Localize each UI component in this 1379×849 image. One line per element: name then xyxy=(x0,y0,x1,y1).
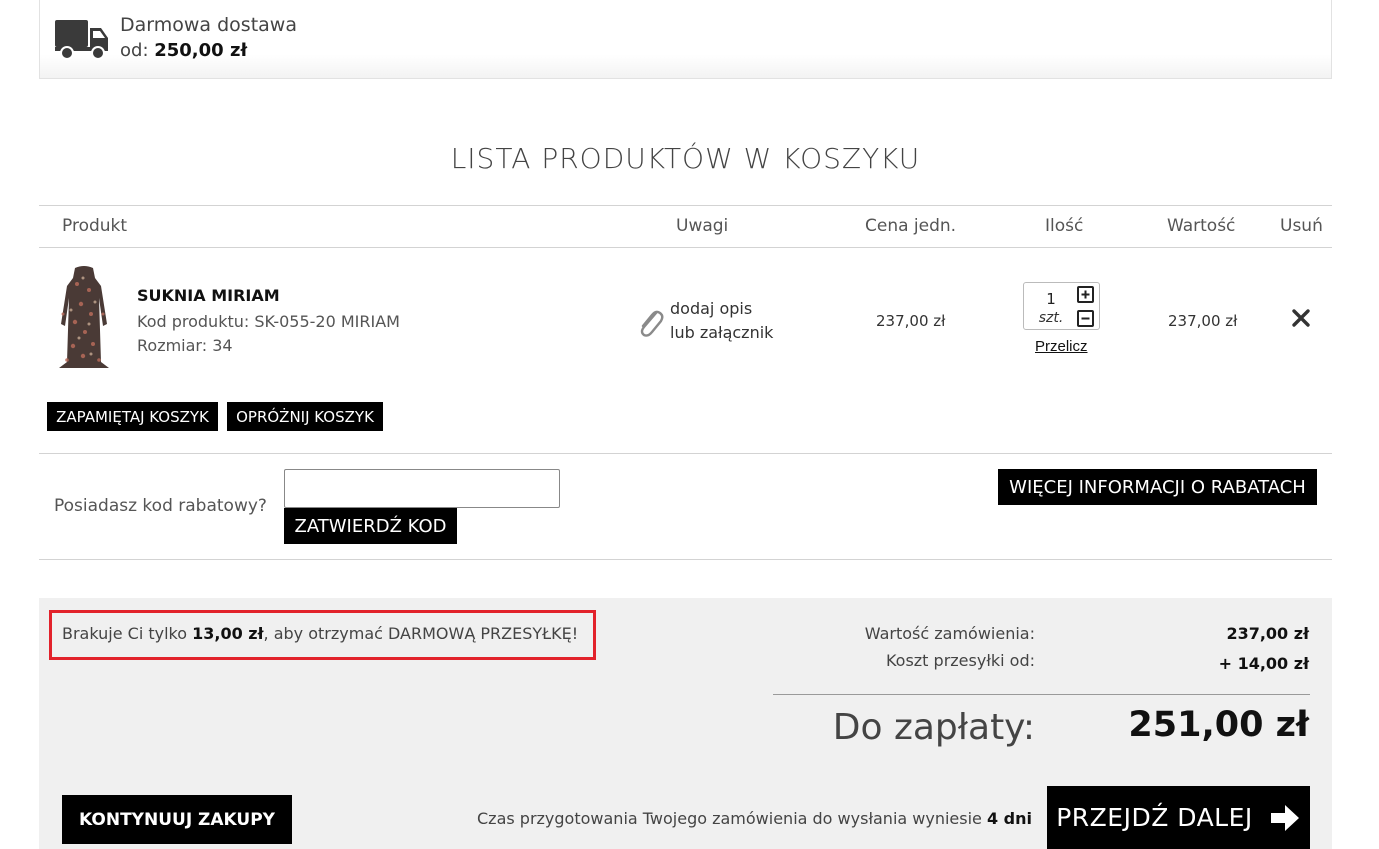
alert-prefix: Brakuje Ci tylko xyxy=(62,624,193,643)
header-unit-price: Cena jedn. xyxy=(865,216,957,236)
row-value: 237,00 zł xyxy=(1168,312,1238,330)
unit-price: 237,00 zł xyxy=(876,312,946,330)
banner-title: Darmowa dostawa xyxy=(120,14,297,36)
add-attachment-link[interactable]: lub załącznik xyxy=(670,323,773,342)
minus-icon[interactable] xyxy=(1077,310,1094,327)
prep-days: 4 dni xyxy=(986,809,1032,828)
paperclip-icon[interactable] xyxy=(636,307,664,337)
shipping-cost: + 14,00 zł xyxy=(1218,654,1309,673)
divider xyxy=(39,453,1332,454)
continue-shopping-button[interactable]: KONTYNUUJ ZAKUPY xyxy=(62,795,292,844)
quantity-unit: szt. xyxy=(1038,310,1064,326)
preparation-time-note: Czas przygotowania Twojego zamówienia do… xyxy=(360,809,1032,828)
recalculate-link[interactable]: Przelicz xyxy=(1035,338,1088,355)
divider xyxy=(39,205,1332,206)
page-title: LISTA PRODUKTÓW W KOSZYKU xyxy=(450,142,921,175)
divider xyxy=(39,559,1332,560)
product-size: Rozmiar: 34 xyxy=(137,336,233,355)
close-icon[interactable] xyxy=(1290,307,1312,329)
summary-divider xyxy=(773,694,1310,695)
product-name[interactable]: SUKNIA MIRIAM xyxy=(137,286,280,305)
header-quantity: Ilość xyxy=(1045,216,1084,236)
product-image[interactable] xyxy=(55,264,113,372)
alert-amount: 13,00 zł xyxy=(192,624,264,643)
arrow-right-icon xyxy=(1270,804,1299,831)
proceed-label: PRZEJDŹ DALEJ xyxy=(1056,803,1253,832)
prep-prefix: Czas przygotowania Twojego zamówienia do… xyxy=(477,809,987,828)
banner-threshold-value: 250,00 zł xyxy=(154,40,248,61)
alert-suffix: , aby otrzymać DARMOWĄ PRZESYŁKĘ! xyxy=(263,624,579,643)
promo-code-label: Posiadasz kod rabatowy? xyxy=(54,496,267,516)
total-value: 251,00 zł xyxy=(1128,705,1309,745)
add-note-link[interactable]: dodaj opis xyxy=(670,299,752,318)
free-shipping-message: Brakuje Ci tylko 13,00 zł, aby otrzymać … xyxy=(62,624,578,643)
promo-code-input[interactable] xyxy=(284,469,560,508)
divider xyxy=(39,247,1332,248)
quantity-input[interactable]: 1 xyxy=(1036,290,1066,308)
plus-icon[interactable] xyxy=(1077,286,1094,303)
truck-icon xyxy=(55,20,108,60)
discount-info-button[interactable]: WIĘCEJ INFORMACJI O RABATACH xyxy=(998,469,1317,505)
order-value: 237,00 zł xyxy=(1226,624,1309,643)
banner-threshold: od: 250,00 zł xyxy=(120,40,247,61)
shipping-cost-label: Koszt przesyłki od: xyxy=(885,651,1035,670)
total-label: Do zapłaty: xyxy=(832,707,1035,748)
proceed-button[interactable]: PRZEJDŹ DALEJ xyxy=(1047,786,1310,849)
save-cart-button[interactable]: ZAPAMIĘTAJ KOSZYK xyxy=(47,402,218,431)
header-value: Wartość xyxy=(1167,216,1236,236)
banner-threshold-prefix: od: xyxy=(120,40,155,61)
confirm-code-button[interactable]: ZATWIERDŹ KOD xyxy=(284,508,457,544)
product-code: Kod produktu: SK-055-20 MIRIAM xyxy=(137,312,400,331)
empty-cart-button[interactable]: OPRÓŻNIJ KOSZYK xyxy=(227,402,383,431)
header-notes: Uwagi xyxy=(676,216,729,236)
header-remove: Usuń xyxy=(1280,216,1323,236)
order-value-label: Wartość zamówienia: xyxy=(864,624,1035,643)
header-product: Produkt xyxy=(62,216,128,236)
